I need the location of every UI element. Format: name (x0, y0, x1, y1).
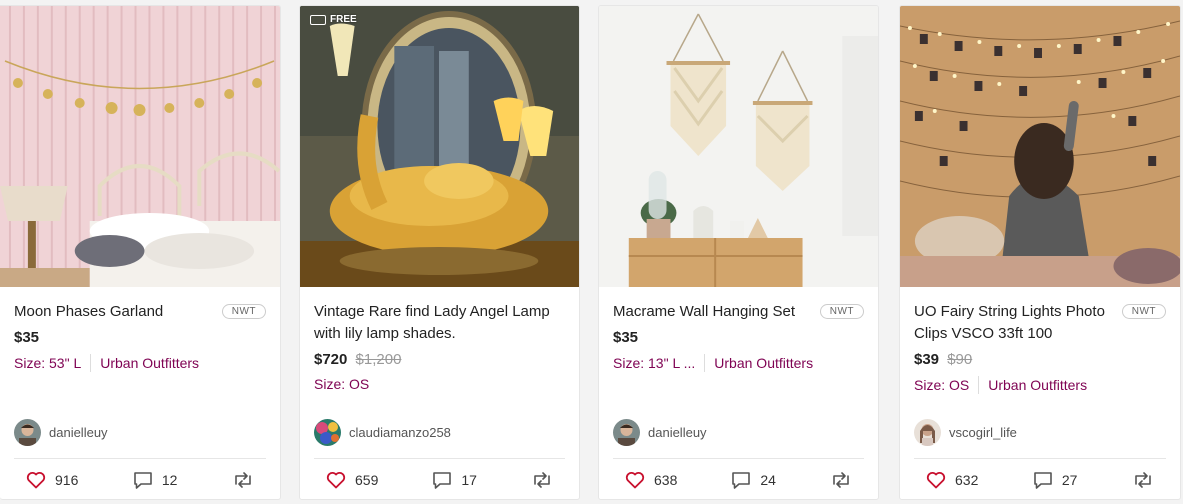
listing-price: $35 (14, 329, 40, 346)
like-count: 638 (654, 472, 678, 488)
avatar[interactable] (613, 419, 640, 446)
listing-price: $39 (914, 351, 940, 368)
listing-card[interactable]: Macrame Wall Hanging Set NWT $35 Size: 1… (598, 5, 879, 500)
listing-price: $720 (314, 351, 348, 368)
price-row: $39 $90 (914, 351, 1166, 368)
comment-icon (433, 471, 452, 489)
comment-count: 12 (161, 472, 178, 488)
price-row: $35 (613, 329, 864, 346)
seller-username[interactable]: danielleuy (49, 425, 108, 440)
heart-icon (625, 472, 645, 489)
share-button[interactable] (1132, 472, 1154, 488)
divider (978, 376, 980, 394)
brand-link[interactable]: Urban Outfitters (100, 355, 199, 371)
condition-badge: NWT (221, 304, 266, 319)
heart-icon (326, 472, 346, 489)
like-count: 632 (955, 472, 979, 488)
action-bar: 632 27 (914, 458, 1166, 499)
listing-photo[interactable] (0, 6, 280, 287)
original-price: $90 (947, 351, 973, 368)
listing-photo[interactable] (599, 6, 878, 287)
like-button[interactable]: 659 (326, 471, 378, 489)
seller[interactable]: claudiamanzo258 (314, 419, 451, 446)
heart-icon (926, 472, 946, 489)
divider (90, 354, 92, 372)
share-icon (833, 472, 849, 488)
comment-button[interactable]: 24 (731, 471, 776, 490)
seller[interactable]: danielleuy (14, 419, 108, 446)
brand-link[interactable]: Urban Outfitters (714, 355, 813, 371)
size-link[interactable]: Size: 13" L ... (613, 355, 695, 371)
macrame-image (599, 6, 878, 287)
free-shipping-badge: FREE (310, 14, 357, 25)
listing-title[interactable]: Macrame Wall Hanging Set (613, 301, 795, 323)
condition-badge: NWT (819, 304, 864, 319)
meta-row: Size: OS Urban Outfitters (914, 376, 1166, 394)
like-button[interactable]: 916 (26, 471, 78, 489)
action-bar: 659 17 (314, 458, 565, 499)
brand-link[interactable]: Urban Outfitters (988, 377, 1087, 393)
like-count: 916 (55, 472, 79, 488)
action-bar: 916 12 (14, 458, 266, 499)
truck-icon (310, 14, 326, 25)
like-count: 659 (355, 472, 379, 488)
listing-grid: Moon Phases Garland NWT $35 Size: 53" L … (0, 0, 1183, 504)
heart-icon (26, 472, 46, 489)
listing-title[interactable]: Moon Phases Garland (14, 301, 163, 323)
action-bar: 638 24 (613, 458, 864, 499)
listing-photo[interactable] (900, 6, 1180, 287)
size-link[interactable]: Size: OS (914, 377, 969, 393)
comment-icon (1034, 471, 1052, 489)
like-button[interactable]: 638 (625, 471, 677, 489)
listing-card[interactable]: Moon Phases Garland NWT $35 Size: 53" L … (0, 5, 281, 500)
avatar[interactable] (914, 419, 941, 446)
divider (704, 354, 706, 372)
seller[interactable]: vscogirl_life (914, 419, 1017, 446)
comment-count: 27 (1061, 472, 1078, 488)
moon-garland-image (0, 6, 280, 287)
listing-card[interactable]: FREE Vintage Rare find Lady Angel Lamp w… (299, 5, 580, 500)
seller-username[interactable]: vscogirl_life (949, 425, 1017, 440)
seller-username[interactable]: danielleuy (648, 425, 707, 440)
share-button[interactable] (232, 472, 254, 488)
listing-photo[interactable]: FREE (300, 6, 579, 287)
comment-button[interactable]: 17 (432, 471, 477, 490)
size-link[interactable]: Size: OS (314, 376, 369, 392)
like-button[interactable]: 632 (926, 471, 978, 489)
listing-title[interactable]: UO Fairy String Lights Photo Clips VSCO … (914, 301, 1114, 345)
share-icon (235, 472, 251, 488)
avatar[interactable] (14, 419, 41, 446)
meta-row: Size: OS (314, 376, 565, 392)
listing-price: $35 (613, 329, 639, 346)
comment-count: 24 (760, 472, 776, 488)
size-link[interactable]: Size: 53" L (14, 355, 81, 371)
share-button[interactable] (531, 472, 553, 488)
seller-username[interactable]: claudiamanzo258 (349, 425, 451, 440)
angel-lamp-image (300, 6, 579, 287)
comment-button[interactable]: 12 (133, 471, 178, 490)
fairy-lights-image (900, 6, 1180, 287)
share-icon (534, 472, 550, 488)
free-shipping-label: FREE (330, 14, 357, 25)
listing-title[interactable]: Vintage Rare find Lady Angel Lamp with l… (314, 301, 565, 345)
price-row: $35 (14, 329, 266, 346)
listing-card[interactable]: UO Fairy String Lights Photo Clips VSCO … (899, 5, 1181, 500)
original-price: $1,200 (355, 351, 402, 368)
seller[interactable]: danielleuy (613, 419, 707, 446)
meta-row: Size: 53" L Urban Outfitters (14, 354, 266, 372)
comment-icon (134, 471, 152, 489)
comment-button[interactable]: 27 (1033, 471, 1078, 490)
comment-icon (732, 471, 751, 489)
share-icon (1135, 472, 1151, 488)
share-button[interactable] (830, 472, 852, 488)
meta-row: Size: 13" L ... Urban Outfitters (613, 354, 864, 372)
condition-badge: NWT (1121, 304, 1166, 319)
comment-count: 17 (461, 472, 477, 488)
avatar[interactable] (314, 419, 341, 446)
price-row: $720 $1,200 (314, 351, 565, 368)
